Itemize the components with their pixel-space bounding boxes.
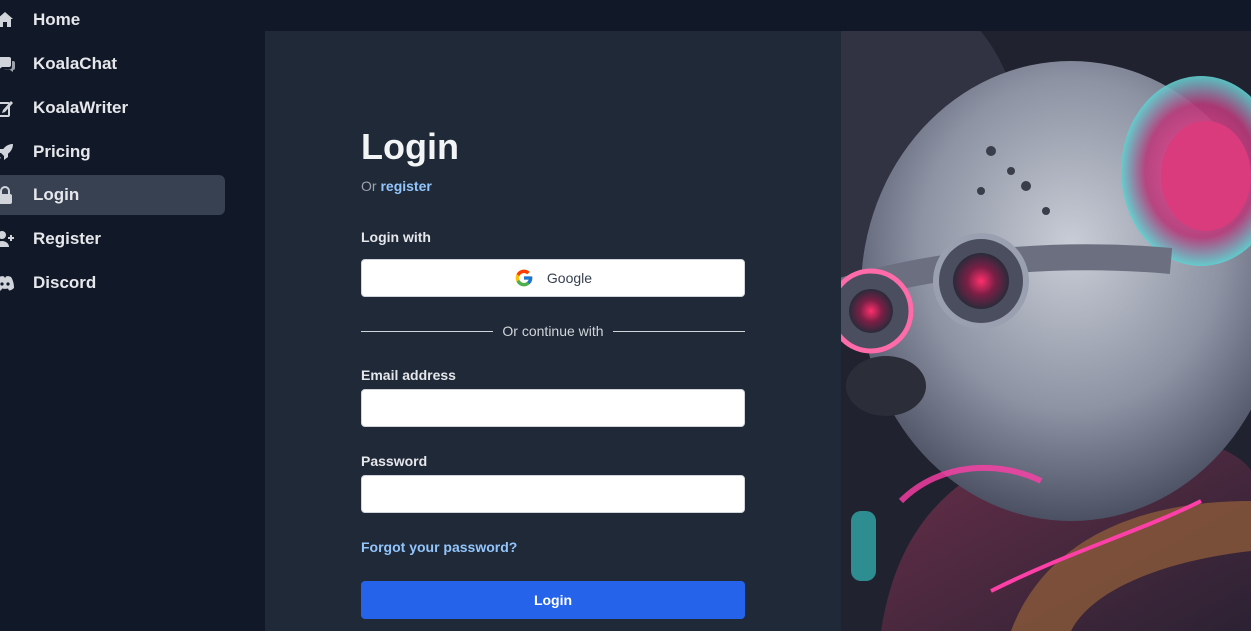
- sidebar-item-discord[interactable]: Discord: [0, 263, 225, 303]
- sidebar-item-label: Discord: [33, 273, 97, 292]
- register-link[interactable]: register: [380, 178, 431, 194]
- sidebar-item-home[interactable]: Home: [0, 0, 225, 40]
- register-prompt: Or register: [361, 177, 432, 195]
- forgot-password-link[interactable]: Forgot your password?: [361, 539, 517, 555]
- top-bar: [265, 0, 1251, 31]
- sidebar-item-label: Pricing: [33, 142, 91, 161]
- koala-illustration: [841, 31, 1251, 631]
- sidebar-item-label: KoalaWriter: [33, 98, 129, 117]
- page-title: Login: [361, 126, 459, 167]
- email-label: Email address: [361, 367, 456, 383]
- sidebar-item-label: Register: [33, 229, 102, 248]
- koala-image: [841, 31, 1251, 631]
- google-icon: [515, 269, 533, 287]
- divider: Or continue with: [361, 321, 746, 341]
- sidebar-item-register[interactable]: Register: [0, 219, 225, 259]
- rocket-icon: [0, 142, 16, 162]
- password-field[interactable]: [361, 475, 745, 513]
- sidebar-item-label: KoalaChat: [33, 54, 118, 73]
- or-text: Or: [361, 178, 377, 194]
- email-field[interactable]: [361, 389, 745, 427]
- sidebar-item-label: Login: [33, 185, 80, 204]
- login-submit-button[interactable]: Login: [361, 581, 745, 619]
- sidebar-item-koalawriter[interactable]: KoalaWriter: [0, 88, 225, 128]
- sidebar-item-koalachat[interactable]: KoalaChat: [0, 44, 225, 84]
- login-panel: Login Or register Login with Google Or c…: [265, 31, 841, 631]
- google-login-button[interactable]: Google: [361, 259, 745, 297]
- divider-line-right: [612, 330, 746, 332]
- google-label: Google: [546, 270, 593, 286]
- user-plus-icon: [0, 229, 16, 249]
- home-icon: [0, 10, 16, 30]
- app: Home KoalaChat KoalaWriter Pricing Login: [0, 0, 1251, 631]
- sidebar-item-login[interactable]: Login: [0, 175, 225, 215]
- sidebar-item-label: Home: [33, 10, 81, 29]
- discord-icon: [0, 273, 16, 293]
- password-label: Password: [361, 453, 428, 469]
- sidebar-item-pricing[interactable]: Pricing: [0, 132, 225, 172]
- pencil-icon: [0, 98, 16, 118]
- login-with-label: Login with: [361, 229, 431, 245]
- divider-line-left: [361, 330, 494, 332]
- sidebar: Home KoalaChat KoalaWriter Pricing Login: [0, 0, 265, 631]
- chat-icon: [0, 54, 16, 74]
- divider-text: Or continue with: [502, 323, 604, 339]
- lock-icon: [0, 185, 16, 205]
